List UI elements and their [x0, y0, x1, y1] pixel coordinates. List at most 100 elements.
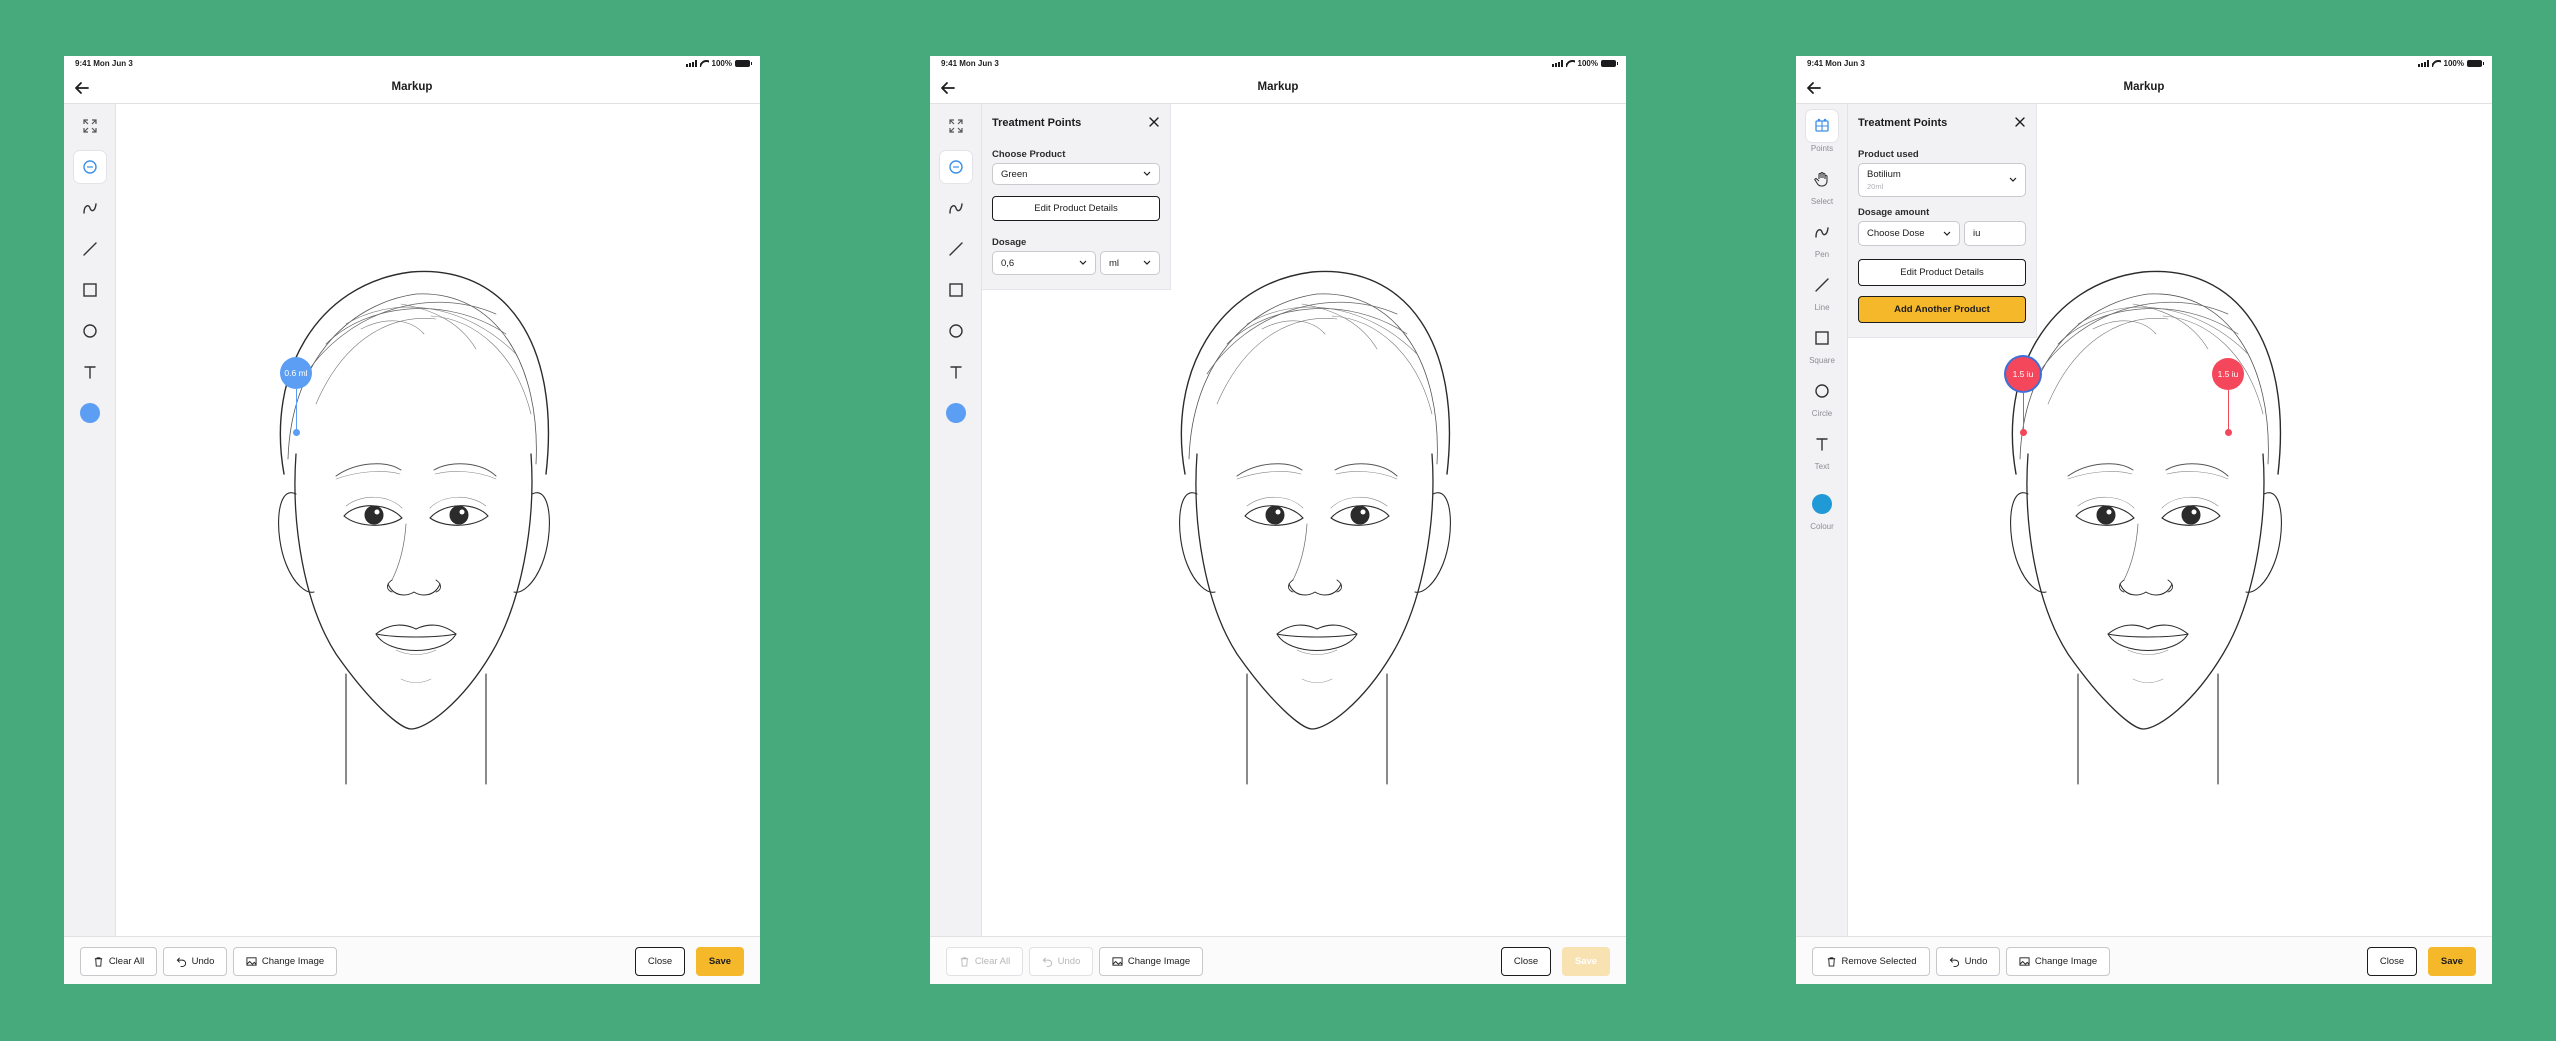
- text-tool[interactable]: [74, 356, 106, 388]
- clear-all-button[interactable]: Clear All: [80, 947, 157, 976]
- line-tool[interactable]: [1806, 269, 1838, 301]
- status-time: 9:41 Mon Jun 3: [941, 59, 999, 68]
- save-button[interactable]: Save: [2428, 947, 2476, 976]
- change-image-button[interactable]: Change Image: [2006, 947, 2110, 976]
- clear-all-label: Clear All: [974, 956, 1011, 967]
- close-icon[interactable]: [2013, 115, 2027, 129]
- square-icon: [949, 283, 963, 297]
- product-select[interactable]: Green: [992, 163, 1160, 185]
- close-icon[interactable]: [1147, 115, 1161, 129]
- marker-stem: [2228, 390, 2229, 433]
- page-title: Markup: [391, 81, 433, 93]
- text-tool[interactable]: [940, 356, 972, 388]
- line-tool[interactable]: [74, 233, 106, 265]
- marker-anchor[interactable]: [2225, 429, 2232, 436]
- close-button[interactable]: Close: [635, 947, 685, 976]
- battery-percent: 100%: [1577, 59, 1598, 68]
- square-tool[interactable]: [1806, 322, 1838, 354]
- panel-title: Treatment Points: [992, 117, 1082, 129]
- fit-screen-button[interactable]: [74, 110, 106, 142]
- circle-tool[interactable]: [940, 315, 972, 347]
- status-time: 9:41 Mon Jun 3: [1807, 59, 1865, 68]
- colour-swatch: [1812, 494, 1832, 514]
- pen-tool[interactable]: [940, 192, 972, 224]
- treatment-point-marker[interactable]: 0.6 ml: [280, 357, 312, 389]
- square-tool[interactable]: [940, 274, 972, 306]
- text-tool[interactable]: [1806, 428, 1838, 460]
- undo-button[interactable]: Undo: [1936, 947, 2000, 976]
- change-image-button[interactable]: Change Image: [1099, 947, 1203, 976]
- points-grid-icon: [1815, 118, 1829, 132]
- status-bar: 9:41 Mon Jun 3 100%: [64, 56, 760, 70]
- points-tool[interactable]: [940, 151, 972, 183]
- chevron-down-icon: [1143, 171, 1151, 176]
- dosage-label: Dosage: [992, 237, 1027, 248]
- points-tool[interactable]: [1806, 110, 1838, 142]
- close-button[interactable]: Close: [2367, 947, 2417, 976]
- select-tool[interactable]: [1806, 163, 1838, 195]
- product-used-label: Product used: [1858, 149, 1919, 160]
- dose-select[interactable]: Choose Dose: [1858, 221, 1960, 246]
- line-icon: [1815, 278, 1829, 292]
- treatment-point-marker-selected[interactable]: 1.5 iu: [2006, 357, 2040, 391]
- colour-tool[interactable]: [74, 397, 106, 429]
- navigation-bar: Markup: [1796, 70, 2492, 104]
- remove-selected-button[interactable]: Remove Selected: [1812, 947, 1930, 976]
- add-another-product-button[interactable]: Add Another Product: [1858, 296, 2026, 323]
- trash-icon: [960, 957, 968, 967]
- points-icon: [83, 160, 97, 174]
- dosage-value: 0,6: [1001, 257, 1015, 269]
- square-icon: [83, 283, 97, 297]
- square-tool[interactable]: [74, 274, 106, 306]
- chevron-down-icon: [1143, 260, 1151, 265]
- close-button[interactable]: Close: [1501, 947, 1551, 976]
- markup-canvas[interactable]: 0.6 ml: [116, 104, 760, 936]
- colour-tool[interactable]: [1806, 488, 1838, 520]
- line-tool[interactable]: [940, 233, 972, 265]
- tool-rail: [930, 104, 982, 936]
- remove-selected-label: Remove Selected: [1841, 956, 1917, 967]
- marker-stem: [2023, 391, 2024, 433]
- text-icon: [1816, 438, 1828, 451]
- pen-tool[interactable]: [1806, 216, 1838, 248]
- fit-screen-button[interactable]: [940, 110, 972, 142]
- edit-product-details-button[interactable]: Edit Product Details: [1858, 259, 2026, 286]
- battery-icon: [2467, 60, 2484, 67]
- undo-icon: [1042, 957, 1052, 967]
- pen-icon: [83, 203, 97, 214]
- text-icon: [950, 366, 962, 379]
- marker-anchor[interactable]: [2020, 429, 2027, 436]
- face-drawing: [277, 270, 551, 785]
- unit-input[interactable]: iu: [1964, 221, 2026, 246]
- product-select[interactable]: Botilium 20ml: [1858, 163, 2026, 197]
- save-button[interactable]: Save: [696, 947, 744, 976]
- treatment-point-marker[interactable]: 1.5 iu: [2212, 358, 2244, 390]
- change-image-label: Change Image: [1127, 956, 1191, 967]
- circle-tool[interactable]: [74, 315, 106, 347]
- pen-tool[interactable]: [74, 192, 106, 224]
- clear-all-button[interactable]: Clear All: [946, 947, 1023, 976]
- edit-product-details-button[interactable]: Edit Product Details: [992, 196, 1160, 221]
- save-button[interactable]: Save: [1562, 947, 1610, 976]
- select-tool-label: Select: [1810, 197, 1834, 206]
- unit-select[interactable]: ml: [1100, 251, 1160, 275]
- dosage-select[interactable]: 0,6: [992, 251, 1096, 275]
- trash-icon: [1827, 957, 1835, 967]
- bottom-toolbar: Clear All Undo Change Image Close Save: [64, 936, 760, 984]
- circle-tool[interactable]: [1806, 375, 1838, 407]
- unit-value: iu: [1973, 228, 1981, 239]
- undo-label: Undo: [1964, 956, 1988, 967]
- dose-placeholder: Choose Dose: [1867, 228, 1925, 239]
- battery-icon: [1601, 60, 1618, 67]
- undo-button[interactable]: Undo: [163, 947, 227, 976]
- marker-anchor[interactable]: [293, 429, 300, 436]
- change-image-button[interactable]: Change Image: [233, 947, 337, 976]
- colour-tool[interactable]: [940, 397, 972, 429]
- undo-button[interactable]: Undo: [1029, 947, 1093, 976]
- panel-title: Treatment Points: [1858, 117, 1948, 129]
- product-value: Botilium: [1867, 169, 1901, 180]
- change-image-label: Change Image: [261, 956, 325, 967]
- treatment-points-panel: Treatment Points Product used Botilium 2…: [1848, 104, 2037, 338]
- points-tool[interactable]: [74, 151, 106, 183]
- navigation-bar: Markup: [64, 70, 760, 104]
